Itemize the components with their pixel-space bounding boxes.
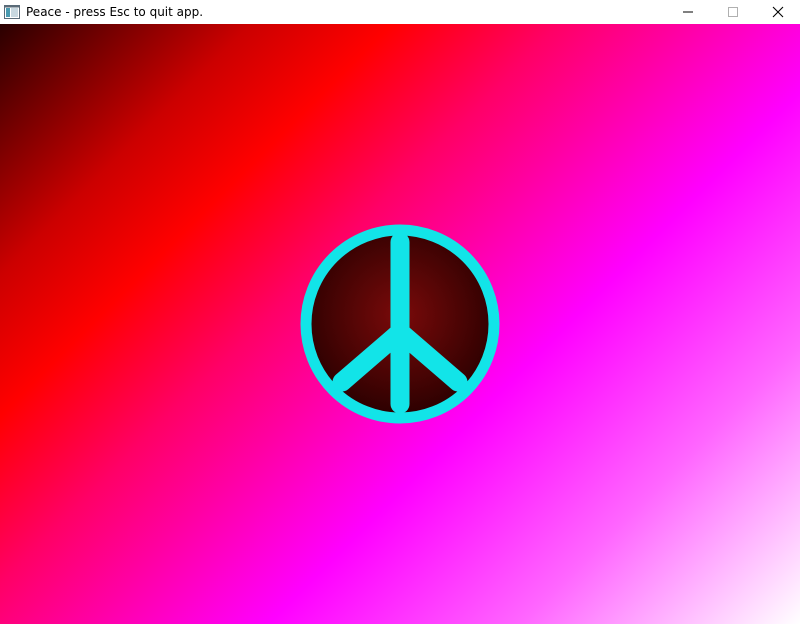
- close-button[interactable]: [755, 0, 800, 24]
- title-bar[interactable]: Peace - press Esc to quit app.: [0, 0, 800, 24]
- app-window: Peace - press Esc to quit app.: [0, 0, 800, 624]
- window-title: Peace - press Esc to quit app.: [26, 5, 204, 19]
- minimize-icon: [682, 11, 693, 13]
- minimize-button[interactable]: [665, 0, 710, 24]
- maximize-button[interactable]: [710, 0, 755, 24]
- app-window-icon: [4, 5, 20, 19]
- window-controls: [665, 0, 800, 24]
- render-canvas[interactable]: [0, 24, 800, 624]
- peace-symbol-icon: [300, 224, 500, 424]
- close-icon: [772, 6, 783, 18]
- maximize-icon: [727, 7, 738, 17]
